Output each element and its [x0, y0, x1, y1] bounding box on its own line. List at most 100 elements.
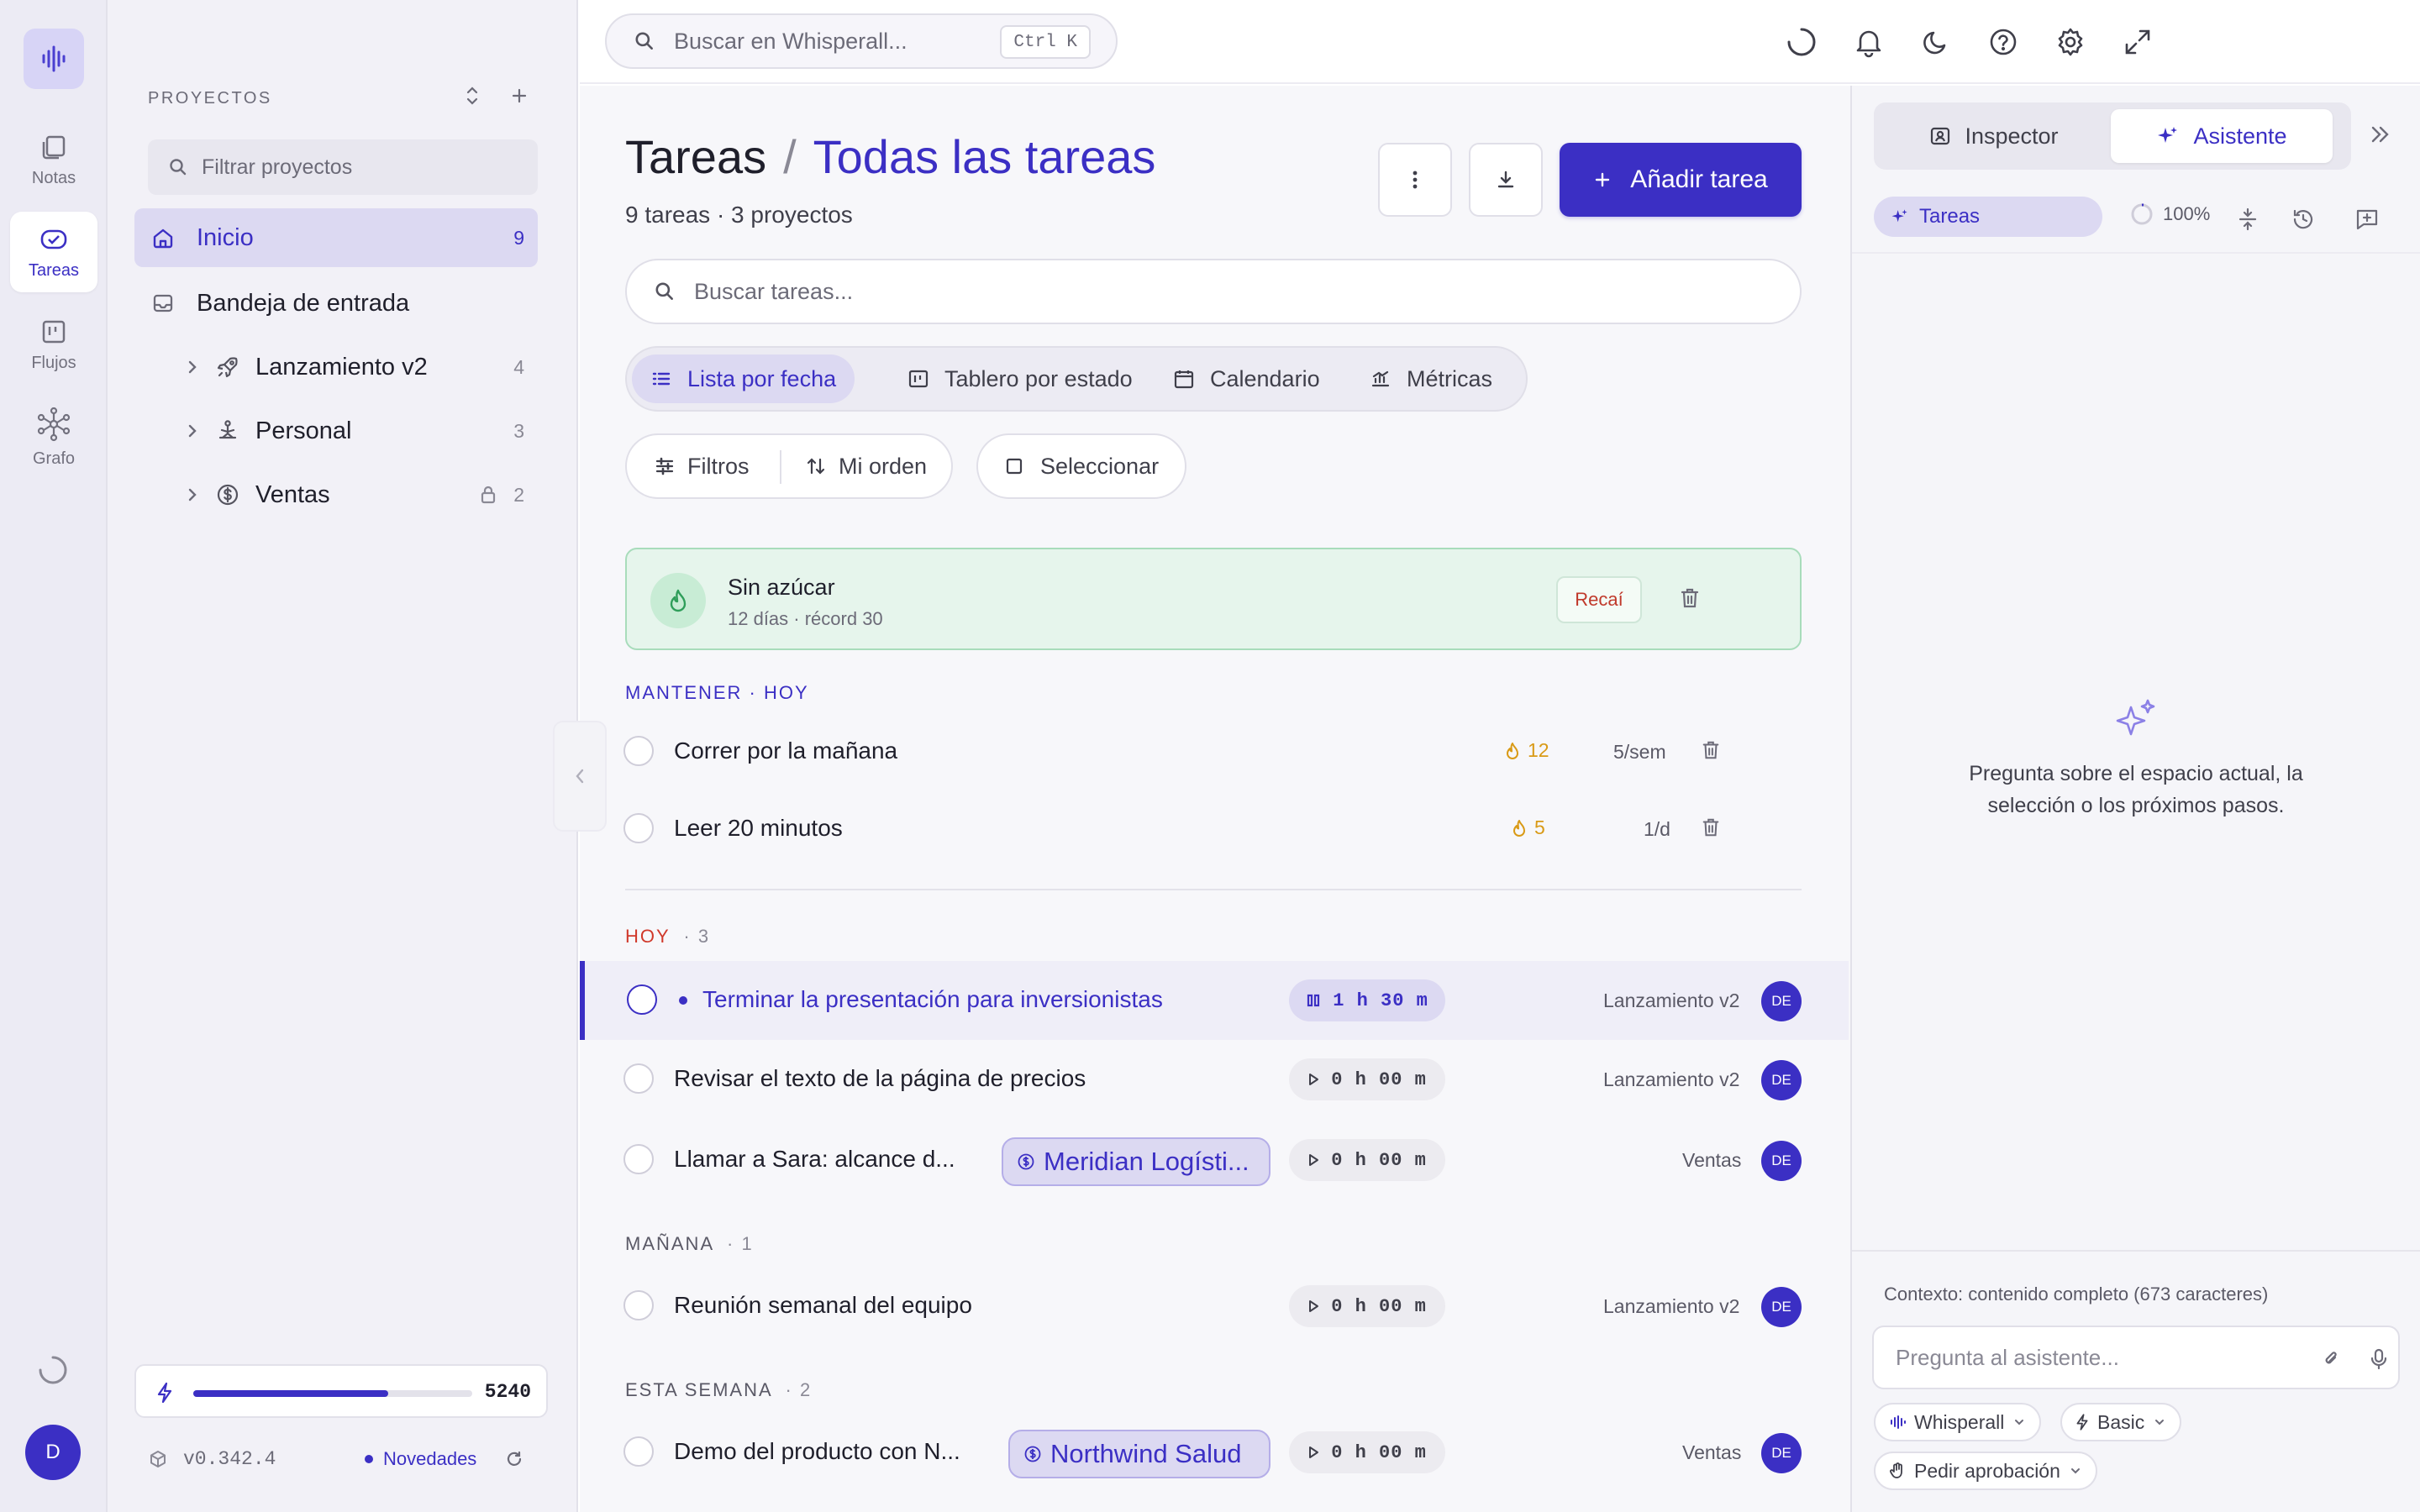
task-checkbox[interactable]	[623, 1063, 654, 1094]
rail-item-label: Notas	[31, 168, 76, 187]
habit-card[interactable]: Sin azúcar 12 días · récord 30 Recaí	[625, 548, 1802, 650]
assignee-avatar[interactable]: DE	[1761, 1141, 1802, 1181]
search-icon	[655, 282, 673, 300]
task-row[interactable]: Revisar el texto de la página de precios…	[580, 1040, 1849, 1119]
project-item-ventas[interactable]: Ventas 2	[185, 465, 538, 524]
select-button[interactable]: Seleccionar	[976, 433, 1186, 499]
rail-item-notes[interactable]: Notas	[10, 119, 97, 200]
section-maintain: MANTENER · HOY	[625, 682, 809, 703]
expand-icon[interactable]	[2121, 25, 2154, 59]
project-item-inicio[interactable]: Inicio 9	[134, 208, 538, 267]
tab-calendar[interactable]: Calendario	[1155, 354, 1339, 403]
assignee-avatar[interactable]: DE	[1761, 1287, 1802, 1327]
more-options-button[interactable]	[1378, 143, 1452, 217]
streak-badge: 5	[1511, 816, 1545, 839]
help-icon[interactable]	[1986, 25, 2020, 59]
flame-icon	[1513, 819, 1525, 837]
contact-tag[interactable]: Meridian Logísti...	[1002, 1137, 1270, 1186]
tab-inspector[interactable]: Inspector	[1881, 109, 2107, 163]
compress-icon[interactable]	[2237, 207, 2259, 232]
context-chip[interactable]: Tareas	[1874, 197, 2102, 237]
history-icon[interactable]	[2291, 207, 2316, 232]
assignee-avatar[interactable]: DE	[1761, 1433, 1802, 1473]
dollar-circle-icon	[1024, 1446, 1041, 1462]
habit-checkbox[interactable]	[623, 813, 654, 843]
settings-gear-icon[interactable]	[2054, 25, 2087, 59]
lightning-icon	[2076, 1414, 2088, 1431]
rail-item-label: Grafo	[32, 449, 76, 468]
section-week-label: ESTA SEMANA	[625, 1379, 772, 1400]
habit-checkbox[interactable]	[623, 736, 654, 766]
add-task-button[interactable]: Añadir tarea	[1560, 143, 1802, 217]
task-checkbox[interactable]	[627, 984, 657, 1015]
order-button[interactable]: Mi orden	[805, 435, 927, 497]
new-chat-icon[interactable]	[2354, 207, 2380, 232]
timer-value: 0 h 00 m	[1331, 1295, 1427, 1317]
project-item-personal[interactable]: Personal 3	[185, 402, 538, 460]
task-timer[interactable]: 0 h 00 m	[1289, 1431, 1445, 1473]
tab-metrics[interactable]: Métricas	[1351, 354, 1511, 403]
project-count: 4	[513, 355, 524, 378]
relapse-button[interactable]: Recaí	[1556, 576, 1642, 623]
tab-label: Lista por fecha	[687, 365, 837, 391]
rail-item-flows[interactable]: Flujos	[10, 304, 97, 385]
contact-tag[interactable]: Northwind Salud	[1008, 1430, 1270, 1478]
tab-list-by-date[interactable]: Lista por fecha	[632, 354, 855, 403]
tab-board-by-status[interactable]: Tablero por estado	[889, 354, 1151, 403]
context-usage: 100%	[2129, 202, 2210, 227]
task-timer[interactable]: 0 h 00 m	[1289, 1285, 1445, 1327]
approval-selector[interactable]: Pedir aprobación	[1874, 1452, 2097, 1490]
task-search-placeholder: Buscar tareas...	[694, 278, 854, 304]
attach-icon[interactable]	[2321, 1347, 2341, 1371]
user-avatar[interactable]: D	[25, 1425, 81, 1480]
rail-item-tasks[interactable]: Tareas	[10, 212, 97, 292]
sort-projects-icon[interactable]	[464, 84, 481, 108]
filter-projects-input[interactable]: Filtrar proyectos	[148, 139, 538, 195]
task-timer[interactable]: 0 h 00 m	[1289, 1058, 1445, 1100]
breadcrumb-current[interactable]: Todas las tareas	[813, 129, 1156, 184]
app-logo[interactable]	[24, 29, 84, 89]
filters-button[interactable]: Filtros	[654, 435, 750, 497]
model-selector[interactable]: Whisperall	[1874, 1403, 2042, 1441]
project-label: Personal	[255, 417, 352, 444]
task-timer[interactable]: 0 h 00 m	[1289, 1139, 1445, 1181]
task-checkbox[interactable]	[623, 1436, 654, 1467]
project-item-inbox[interactable]: Bandeja de entrada	[151, 274, 538, 333]
task-timer-running[interactable]: 1 h 30 m	[1289, 979, 1445, 1021]
task-checkbox[interactable]	[623, 1144, 654, 1174]
project-item-lanzamiento[interactable]: Lanzamiento v2 4	[185, 338, 538, 396]
delete-icon[interactable]	[1701, 816, 1721, 838]
search-icon	[170, 159, 187, 176]
collapse-panel-icon[interactable]	[2368, 123, 2393, 146]
add-project-icon[interactable]	[509, 86, 529, 106]
tab-assistant[interactable]: Asistente	[2111, 109, 2333, 163]
assignee-avatar[interactable]: DE	[1761, 1060, 1802, 1100]
microphone-icon[interactable]	[2370, 1347, 2388, 1371]
rail-item-graph[interactable]: Grafo	[10, 396, 97, 477]
notifications-bell-icon[interactable]	[1852, 25, 1886, 59]
task-title: Demo del producto con N...	[674, 1438, 960, 1464]
projects-panel: PROYECTOS Filtrar proyectos Inicio 9 Ban…	[108, 0, 578, 1512]
delete-icon[interactable]	[1701, 739, 1721, 761]
task-search-input[interactable]: Buscar tareas...	[625, 259, 1802, 324]
task-row[interactable]: Reunión semanal del equipo 0 h 00 m Lanz…	[580, 1267, 1849, 1346]
habit-row[interactable]: Leer 20 minutos 5 1/d	[580, 790, 1849, 869]
global-search-input[interactable]: Buscar en Whisperall... Ctrl K	[605, 13, 1118, 69]
task-row[interactable]: Llamar a Sara: alcance d... Meridian Log…	[580, 1121, 1849, 1200]
plus-icon	[1596, 172, 1610, 187]
mode-selector[interactable]: Basic	[2060, 1403, 2182, 1441]
task-row[interactable]: Terminar la presentación para inversioni…	[580, 961, 1849, 1040]
download-button[interactable]	[1469, 143, 1543, 217]
task-row[interactable]: Demo del producto con N... Northwind Sal…	[580, 1413, 1849, 1492]
chevron-down-icon	[2015, 1420, 2024, 1425]
assignee-avatar[interactable]: DE	[1761, 981, 1802, 1021]
delete-habit-icon[interactable]	[1679, 586, 1701, 610]
assistant-panel: Inspector Asistente Tareas 100% Pregunta	[1850, 86, 2420, 1512]
assistant-input[interactable]: Pregunta al asistente...	[1872, 1326, 2400, 1389]
task-checkbox[interactable]	[623, 1290, 654, 1320]
loading-icon	[1785, 25, 1818, 59]
add-task-label: Añadir tarea	[1630, 165, 1768, 193]
habit-row[interactable]: Correr por la mañana 12 5/sem	[580, 712, 1849, 791]
dark-mode-moon-icon[interactable]	[1919, 25, 1953, 59]
news-link[interactable]: Novedades	[365, 1448, 523, 1470]
